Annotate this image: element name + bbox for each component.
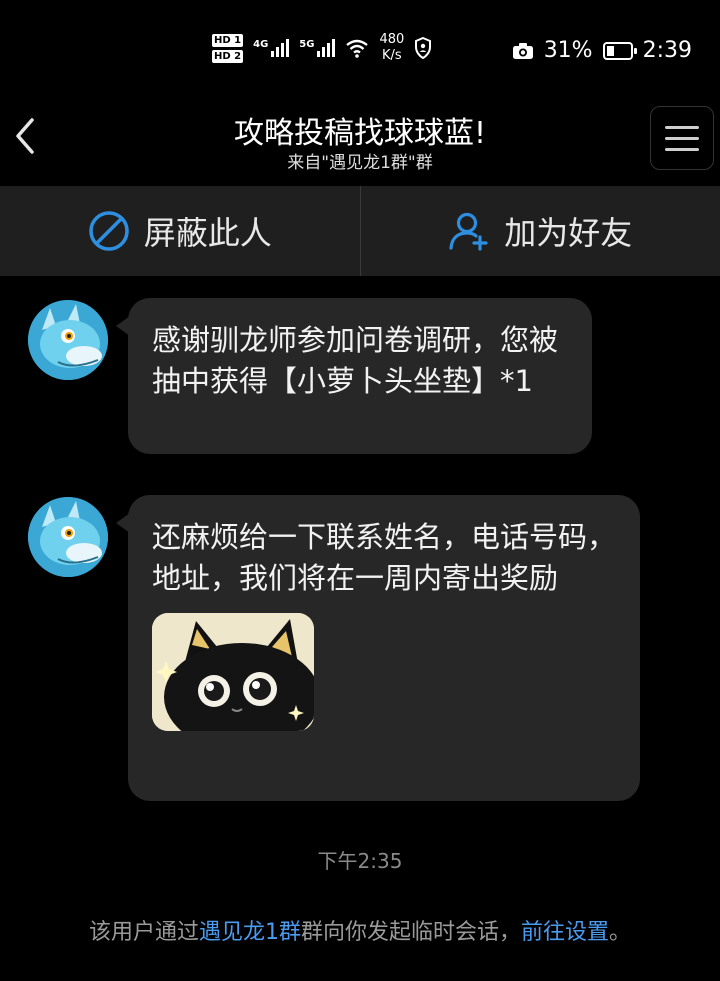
network-type-2: 5G (299, 39, 315, 50)
sticker-image[interactable] (152, 613, 314, 731)
block-user-label: 屏蔽此人 (143, 214, 272, 252)
add-friend-button[interactable]: 加为好友 (361, 186, 720, 276)
notice-middle: 群向你发起临时会话， (300, 920, 521, 945)
add-friend-icon (449, 212, 488, 251)
signal-5g-icon: 5G (299, 39, 336, 57)
clock: 2:39 (642, 38, 692, 63)
block-user-button[interactable]: 屏蔽此人 (0, 186, 360, 276)
menu-line (665, 136, 699, 140)
menu-line (665, 125, 699, 129)
status-left: HD 1 HD 2 4G 5G 480 K/s (212, 32, 432, 64)
hd-indicators: HD 1 HD 2 (212, 33, 244, 63)
message-text: 还麻烦给一下联系姓名，电话号码，地址，我们将在一周内寄出奖励 (152, 520, 617, 595)
status-bar: HD 1 HD 2 4G 5G 480 K/s 31% 2:39 (0, 0, 720, 100)
title-bar: 攻略投稿找球球蓝! 来自"遇见龙1群"群 (0, 100, 720, 186)
speed-unit: K/s (382, 48, 402, 63)
notice-prefix: 该用户通过 (88, 920, 199, 945)
temp-chat-notice: 该用户通过遇见龙1群群向你发起临时会话，前往设置。 (0, 914, 720, 946)
status-right: 31% 2:39 (512, 38, 692, 63)
signal-4g-icon: 4G (253, 39, 290, 57)
message-text: 感谢驯龙师参加问卷调研，您被抽中获得【小萝卜头坐垫】*1 (152, 323, 559, 398)
hd1-badge: HD 1 (212, 33, 244, 47)
speed-value: 480 (379, 32, 405, 47)
notice-suffix: 。 (609, 920, 632, 945)
wifi-icon (346, 39, 369, 58)
message-timestamp: 下午2:35 (317, 849, 403, 873)
battery-icon (602, 41, 637, 60)
menu-line (665, 147, 699, 151)
battery-percent: 31% (543, 38, 593, 63)
block-icon (88, 211, 129, 251)
message-bubble[interactable]: 感谢驯龙师参加问卷调研，您被抽中获得【小萝卜头坐垫】*1 (116, 298, 592, 454)
menu-button[interactable] (650, 106, 714, 170)
shield-icon (415, 37, 432, 59)
black-cat-sticker-icon (152, 613, 314, 731)
settings-link[interactable]: 前往设置 (521, 920, 609, 945)
network-speed: 480 K/s (379, 32, 404, 64)
dragon-avatar-icon (28, 497, 108, 577)
hd2-badge: HD 2 (212, 49, 244, 63)
dragon-avatar-icon (28, 300, 108, 380)
chat-title: 攻略投稿找球球蓝! (233, 116, 487, 151)
sender-avatar[interactable] (28, 300, 108, 380)
add-friend-label: 加为好友 (504, 214, 633, 252)
action-bar: 屏蔽此人 加为好友 (0, 186, 720, 276)
network-type-1: 4G (253, 39, 269, 50)
camera-icon (512, 42, 533, 59)
group-link[interactable]: 遇见龙1群 (199, 920, 301, 945)
chat-subtitle: 来自"遇见龙1群"群 (287, 153, 433, 173)
message-bubble[interactable]: 还麻烦给一下联系姓名，电话号码，地址，我们将在一周内寄出奖励 (116, 495, 640, 801)
sender-avatar[interactable] (28, 497, 108, 577)
